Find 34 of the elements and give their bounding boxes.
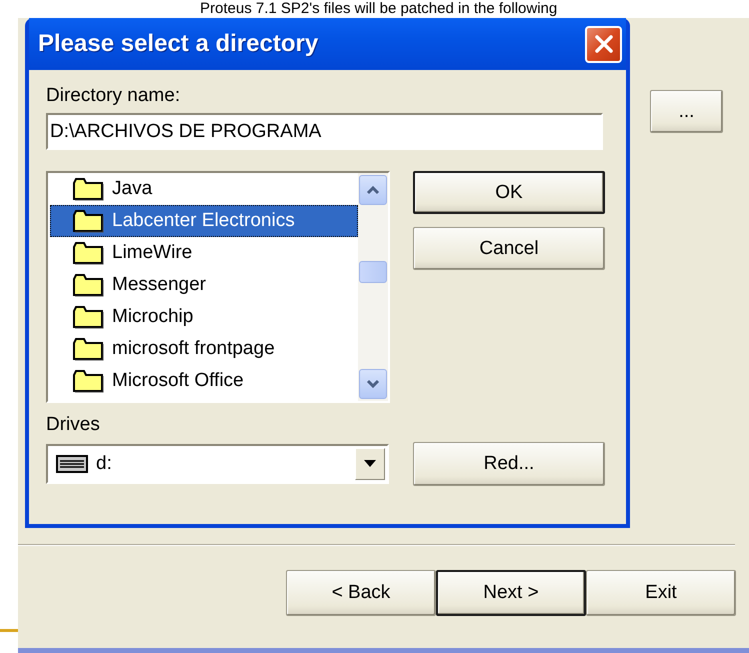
folder-item[interactable]: Microsoft Office bbox=[50, 365, 358, 397]
folder-icon bbox=[72, 273, 104, 297]
folder-icon bbox=[72, 305, 104, 329]
scroll-thumb[interactable] bbox=[359, 261, 387, 283]
wizard-button[interactable]: < Back bbox=[286, 570, 436, 616]
close-button[interactable] bbox=[585, 26, 622, 62]
folder-item[interactable]: Labcenter Electronics bbox=[50, 205, 358, 237]
scrollbar[interactable] bbox=[358, 173, 388, 401]
wizard-button[interactable]: Next > bbox=[436, 570, 586, 616]
window-title: Please select a directory bbox=[38, 30, 318, 58]
folder-icon bbox=[72, 209, 104, 233]
folder-item[interactable]: microsoft frontpage bbox=[50, 333, 358, 365]
drive-dropdown[interactable]: d: bbox=[46, 444, 389, 484]
instruction-text: Proteus 7.1 SP2's files will be patched in the following bbox=[200, 0, 558, 18]
close-icon bbox=[594, 34, 614, 54]
browse-button[interactable]: ... bbox=[650, 90, 723, 133]
folder-item[interactable]: Microchip bbox=[50, 301, 358, 333]
folder-icon bbox=[72, 369, 104, 393]
network-button[interactable]: Red... bbox=[413, 442, 605, 486]
field-label: Directory name: bbox=[46, 85, 182, 107]
scroll-down-icon[interactable] bbox=[359, 369, 387, 399]
folder-icon bbox=[72, 337, 104, 361]
scroll-up-icon[interactable] bbox=[359, 175, 387, 205]
dialog-button[interactable]: OK bbox=[413, 171, 605, 214]
field-label: Drives bbox=[46, 414, 101, 436]
folder-icon bbox=[72, 177, 104, 201]
directory-field[interactable]: D:\ARCHIVOS DE PROGRAMA bbox=[46, 113, 603, 150]
folder-item[interactable]: Java bbox=[50, 173, 358, 205]
dialog-button[interactable]: Cancel bbox=[413, 227, 605, 270]
drive-icon bbox=[56, 455, 88, 473]
folder-item[interactable]: LimeWire bbox=[50, 237, 358, 269]
folder-item[interactable]: Messenger bbox=[50, 269, 358, 301]
wizard-button[interactable]: Exit bbox=[586, 570, 736, 616]
folder-icon bbox=[72, 241, 104, 265]
